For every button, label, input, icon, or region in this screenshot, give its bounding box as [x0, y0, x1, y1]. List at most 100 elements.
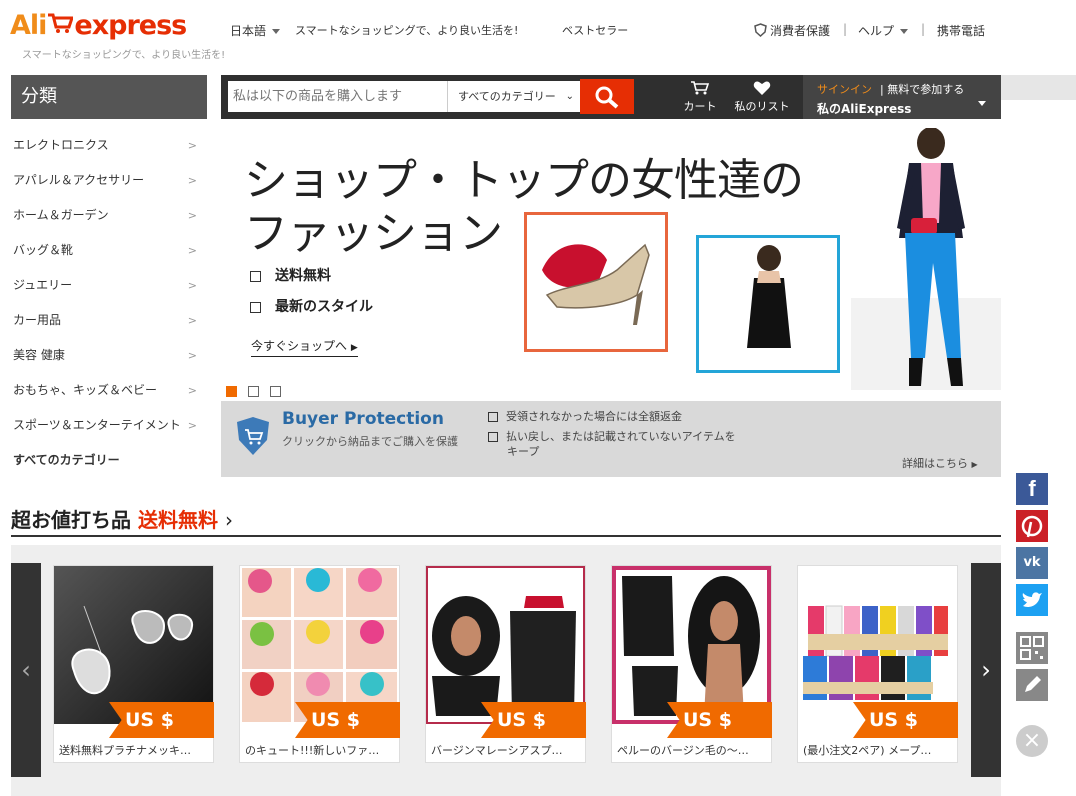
carousel-prev-button[interactable]: ‹	[11, 563, 41, 777]
vk-share-button[interactable]: vk	[1016, 547, 1048, 579]
shop-now-link[interactable]: 今すぐショップへ ▶	[251, 337, 358, 357]
product-card[interactable]: US $ 4.05 のキュート!!!新しいファ…	[239, 565, 400, 763]
chevron-right-icon: >	[187, 139, 197, 152]
chevron-right-icon: >	[187, 279, 197, 292]
chevron-right-icon: >	[187, 244, 197, 257]
price-tag: US $ 2.99	[853, 702, 958, 738]
wishlist-button[interactable]: 私のリスト	[730, 80, 794, 114]
bp-item-label: 受領されなかった場合には全額返金	[506, 410, 682, 423]
caret-right-icon: ▶	[350, 343, 358, 353]
my-aliexpress-link[interactable]: 私のAliExpress	[817, 100, 911, 117]
buyer-protection-title: Buyer Protection	[282, 409, 444, 429]
qr-code-icon	[1016, 636, 1048, 668]
twitter-icon	[1016, 592, 1048, 620]
carousel-next-button[interactable]: ›	[971, 563, 1001, 777]
signin-link[interactable]: サインイン	[817, 81, 872, 97]
banner-dress-tile[interactable]	[696, 235, 840, 373]
join-link[interactable]: | 無料で参加する	[880, 81, 964, 97]
category-label: ジュエリー	[13, 278, 73, 292]
chevron-right-icon: >	[187, 349, 197, 362]
facebook-share-button[interactable]: f	[1016, 473, 1048, 505]
category-item[interactable]: アパレル＆アクセサリー >	[11, 163, 207, 198]
product-name: (最小注文2ペア) メープ…	[803, 744, 932, 757]
checkbox-icon	[488, 412, 498, 422]
chevron-right-icon: >	[187, 174, 197, 187]
category-item[interactable]: カー用品 >	[11, 303, 207, 338]
search-category-label: すべてのカテゴリー	[458, 90, 556, 103]
cart-button[interactable]: カート	[682, 80, 718, 114]
banner-shoe-tile[interactable]	[524, 212, 668, 352]
product-name: のキュート!!!新しいファ…	[245, 744, 380, 757]
search-icon	[594, 85, 620, 113]
carousel-dot[interactable]	[270, 386, 281, 397]
product-image	[798, 566, 957, 724]
deals-divider	[11, 535, 1001, 537]
product-image	[54, 566, 213, 724]
product-card[interactable]: US $ 4.17 ペルーのバージン毛の～…	[611, 565, 772, 763]
bp-details-link[interactable]: 詳細はこちら ▶	[902, 455, 978, 471]
mobile-link[interactable]: 携帯電話	[937, 22, 985, 39]
chevron-right-icon: >	[187, 314, 197, 327]
category-item[interactable]: ジュエリー >	[11, 268, 207, 303]
banner-check-label: 最新のスタイル	[275, 299, 373, 315]
product-card[interactable]: US $ 2.49 送料無料プラチナメッキ…	[53, 565, 214, 763]
category-item[interactable]: スポーツ＆エンターテイメント >	[11, 408, 207, 443]
bp-item-refund: 受領されなかった場合には全額返金	[488, 408, 682, 424]
category-item[interactable]: エレクトロニクス >	[11, 128, 207, 163]
checkbox-icon	[488, 432, 498, 442]
search-category-select[interactable]: すべてのカテゴリー ⌄	[447, 81, 580, 112]
bp-item-label: 払い戻し、または記載されていないアイテムを	[506, 430, 736, 443]
category-item[interactable]: おもちゃ、キッズ＆ベビー >	[11, 373, 207, 408]
divider: |	[843, 22, 848, 36]
language-label: 日本語	[230, 24, 267, 38]
aliexpress-logo[interactable]: Ali express	[10, 10, 187, 41]
divider: |	[921, 22, 926, 36]
twitter-share-button[interactable]	[1016, 584, 1048, 616]
logo-express-text: express	[74, 10, 187, 41]
carousel-dot[interactable]	[248, 386, 259, 397]
search-input[interactable]	[228, 81, 447, 112]
category-label: カー用品	[13, 313, 62, 327]
feedback-button[interactable]	[1016, 669, 1048, 701]
header-slogan: スマートなショッピングで、より良い生活を!	[295, 24, 519, 37]
cart-logo-icon	[47, 10, 75, 33]
shield-cart-icon	[236, 416, 270, 460]
chevron-down-icon[interactable]	[978, 91, 986, 110]
category-item[interactable]: バッグ＆靴 >	[11, 233, 207, 268]
qr-code-button[interactable]	[1016, 632, 1048, 664]
product-image	[612, 566, 771, 724]
chevron-down-icon	[900, 29, 909, 34]
heart-icon	[730, 80, 794, 98]
vk-icon: vk	[1023, 555, 1041, 570]
shoe-image	[542, 243, 650, 325]
chevron-right-icon: >	[187, 419, 197, 432]
carousel-dot-active[interactable]	[226, 386, 237, 397]
deals-title[interactable]: 超お値打ち品 送料無料 ›	[11, 504, 233, 533]
product-card[interactable]: US $ 2.99 (最小注文2ペア) メープ…	[797, 565, 958, 763]
consumer-protection-link[interactable]: 消費者保護	[754, 22, 830, 40]
dress-image	[747, 245, 791, 348]
category-label: スポーツ＆エンターテイメント	[13, 418, 181, 432]
category-item[interactable]: ホーム＆ガーデン >	[11, 198, 207, 233]
pinterest-share-button[interactable]	[1016, 510, 1048, 542]
pinterest-icon	[1016, 515, 1048, 546]
category-list: エレクトロニクス > アパレル＆アクセサリー > ホーム＆ガーデン > バッグ＆靴 > …	[11, 128, 207, 478]
search-button[interactable]	[580, 79, 634, 114]
category-item[interactable]: 美容 健康 >	[11, 338, 207, 373]
facebook-icon: f	[1028, 476, 1036, 501]
bestseller-link[interactable]: ベストセラー	[562, 22, 628, 38]
banner-check-free-shipping: 送料無料	[250, 265, 331, 285]
help-menu[interactable]: ヘルプ	[858, 22, 909, 39]
banner-check-latest-style: 最新のスタイル	[250, 296, 373, 316]
category-label: ホーム＆ガーデン	[13, 208, 109, 222]
chevron-left-icon: ‹	[21, 656, 31, 684]
language-selector[interactable]: 日本語	[230, 22, 281, 39]
product-card[interactable]: US $ 4.36 バージンマレーシアスプ…	[425, 565, 586, 763]
chevron-right-icon: >	[187, 209, 197, 222]
all-categories-link[interactable]: すべてのカテゴリー	[11, 443, 207, 478]
close-button[interactable]: ×	[1016, 725, 1048, 757]
product-image	[426, 566, 585, 724]
deals-title-label: 超お値打ち品	[11, 508, 131, 532]
pencil-icon	[1016, 676, 1048, 705]
checkbox-icon	[250, 270, 261, 282]
